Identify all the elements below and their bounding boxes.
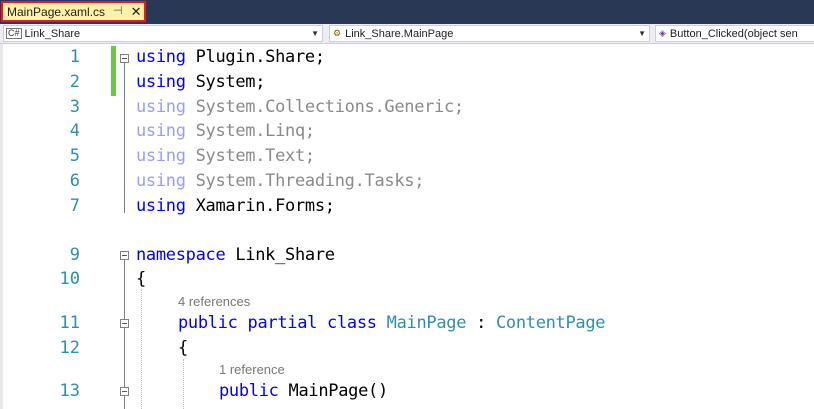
indent-guide — [141, 289, 142, 409]
code-token: System.Threading.Tasks; — [185, 171, 425, 191]
line-number: 1 — [69, 47, 80, 67]
code-token: Link_Share — [225, 245, 335, 265]
collapse-toggle[interactable] — [120, 387, 129, 396]
method-icon: ◈ — [659, 28, 666, 38]
code-token: partial — [247, 313, 318, 333]
line-number: 5 — [69, 146, 80, 166]
navigation-bar: C# Link_Share ▼ ⚙ Link_Share.MainPage ▼ … — [0, 24, 814, 44]
code-token: public — [178, 313, 238, 333]
type-dropdown-value: Link_Share.MainPage — [345, 27, 454, 40]
type-dropdown[interactable]: ⚙ Link_Share.MainPage ▼ — [329, 25, 650, 42]
code-line-4[interactable]: using System.Linq; — [136, 121, 315, 141]
line-number: 12 — [59, 338, 80, 358]
code-line-1[interactable]: using Plugin.Share; — [136, 47, 325, 67]
code-token: Plugin.Share; — [185, 47, 325, 67]
collapse-toggle[interactable] — [120, 251, 129, 260]
fold-guide — [124, 63, 125, 213]
line-number: 10 — [59, 269, 80, 289]
code-token: using — [136, 146, 186, 166]
project-dropdown-value: Link_Share — [24, 27, 81, 40]
line-number: 13 — [59, 381, 80, 401]
code-token: ContentPage — [495, 313, 606, 333]
code-line-9[interactable]: namespace Link_Share — [136, 245, 335, 265]
code-line-6[interactable]: using System.Threading.Tasks; — [136, 171, 424, 191]
left-margin — [0, 44, 3, 409]
chevron-down-icon: ▼ — [638, 29, 646, 38]
line-number: 7 — [69, 196, 80, 216]
code-token: Xamarin.Forms; — [185, 196, 335, 216]
indent-guide — [183, 359, 184, 409]
code-token: using — [136, 72, 186, 92]
code-token: { — [178, 338, 188, 358]
project-dropdown[interactable]: C# Link_Share ▼ — [3, 25, 323, 42]
line-number: 11 — [59, 313, 80, 333]
code-token: using — [136, 47, 186, 67]
code-token: System.Collections.Generic; — [185, 97, 465, 117]
csharp-project-icon: C# — [6, 28, 22, 39]
collapse-toggle[interactable] — [120, 319, 129, 328]
codelens-references[interactable]: 1 reference — [219, 362, 285, 377]
document-tab-strip: MainPage.xaml.cs ⊣ ✕ — [0, 0, 814, 24]
line-number: 2 — [69, 72, 80, 92]
line-number: 9 — [69, 245, 80, 265]
code-token: using — [136, 196, 186, 216]
code-token: using — [136, 121, 186, 141]
code-line-3[interactable]: using System.Collections.Generic; — [136, 97, 464, 117]
line-number: 3 — [69, 97, 80, 117]
code-line-12[interactable]: { — [178, 338, 188, 358]
code-token: System.Linq; — [185, 121, 316, 141]
code-line-13[interactable]: public MainPage() — [219, 381, 388, 401]
change-indicator — [111, 46, 116, 96]
class-icon: ⚙ — [333, 28, 342, 38]
code-line-7[interactable]: using Xamarin.Forms; — [136, 196, 335, 216]
collapse-toggle[interactable] — [120, 54, 129, 63]
code-token: System.Text; — [185, 146, 316, 166]
code-token: using — [136, 97, 186, 117]
close-icon[interactable]: ✕ — [131, 5, 142, 18]
member-dropdown[interactable]: ◈ Button_Clicked(object sen — [655, 25, 814, 42]
code-token: MainPage() — [278, 381, 389, 401]
code-line-11[interactable]: public partial class MainPage : ContentP… — [178, 313, 606, 333]
chevron-down-icon: ▼ — [311, 29, 319, 38]
code-token: { — [136, 269, 146, 289]
pin-icon[interactable]: ⊣ — [113, 6, 123, 17]
code-line-2[interactable]: using System; — [136, 72, 265, 92]
document-tab-mainpage[interactable]: MainPage.xaml.cs ⊣ ✕ — [1, 1, 146, 22]
codelens-references[interactable]: 4 references — [178, 294, 250, 309]
code-token: class — [327, 313, 377, 333]
code-token: public — [219, 381, 279, 401]
code-editor[interactable]: 1 2 3 4 5 6 7 9 10 11 12 13 using Plugin… — [0, 44, 814, 409]
line-number: 4 — [69, 121, 80, 141]
code-line-10[interactable]: { — [136, 269, 146, 289]
member-dropdown-value: Button_Clicked(object sen — [669, 27, 798, 40]
code-token: namespace — [136, 245, 226, 265]
code-token: using — [136, 171, 186, 191]
line-number: 6 — [69, 171, 80, 191]
code-token: System; — [185, 72, 266, 92]
code-token: MainPage — [386, 313, 467, 333]
tab-title: MainPage.xaml.cs — [7, 4, 106, 19]
code-token: : — [466, 313, 496, 333]
code-line-5[interactable]: using System.Text; — [136, 146, 315, 166]
